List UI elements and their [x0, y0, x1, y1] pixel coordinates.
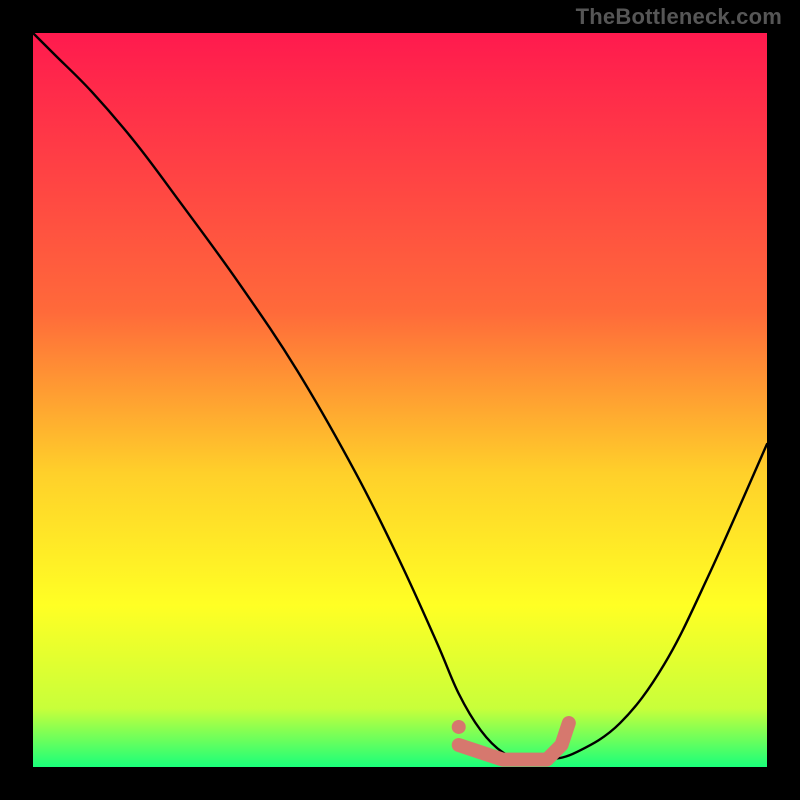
- gradient-background: [33, 33, 767, 767]
- bottleneck-chart: [33, 33, 767, 767]
- highlight-start-dot: [452, 720, 466, 734]
- brand-watermark: TheBottleneck.com: [576, 4, 782, 30]
